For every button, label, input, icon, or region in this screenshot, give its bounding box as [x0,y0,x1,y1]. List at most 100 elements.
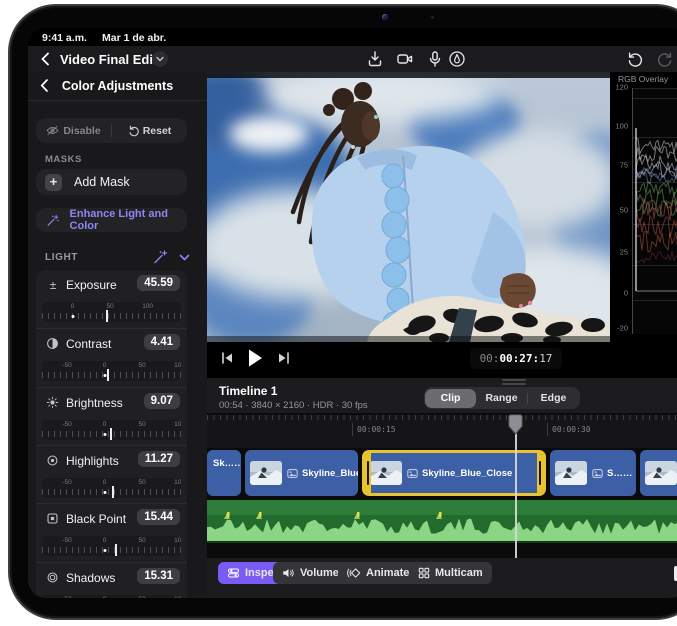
ruler-label: 0 [103,362,107,369]
trim-handle-right[interactable] [537,453,543,493]
audio-waveform [207,500,677,541]
mode-range[interactable]: Range [476,389,527,408]
ruler-label: -50 [62,537,71,544]
add-mask-button[interactable]: + Add Mask [36,169,187,195]
brightness-slider-ruler[interactable]: -50050100 [42,420,181,440]
brightness-icon [46,396,60,410]
ruler-label: 50 [138,537,145,544]
ruler-label: -50 [62,421,71,428]
status-time: 9:41 a.m. [42,32,87,44]
slider-cursor[interactable] [106,310,108,322]
black-point-slider-ruler[interactable]: -50 0 50 100 [42,536,181,556]
record-camera-icon[interactable] [396,50,414,68]
zero-marker [71,315,74,318]
slider-cursor[interactable] [107,369,109,381]
brightness-value[interactable]: 9.07 [144,393,180,409]
export-icon[interactable] [366,50,384,68]
ruler-label: -50 [62,479,71,486]
exposure-value[interactable]: 45.59 [137,275,180,291]
microphone-icon[interactable] [426,50,444,68]
exposure-label: Exposure [66,278,117,292]
chevron-down-icon [156,56,164,62]
scope-axis-label: 75 [610,161,628,170]
ruler-label: 100 [174,537,181,544]
pencil-icon[interactable] [448,50,466,68]
redo-icon[interactable] [656,50,674,68]
video-preview[interactable] [207,72,610,342]
multicam-icon [418,567,430,579]
exposure-slider-ruler[interactable]: -50050100 [42,302,181,322]
ruler-timestamp: 00:00:15 [352,423,396,436]
masks-section-label: MASKS [45,154,82,165]
reset-button[interactable]: Reset [112,125,187,137]
ruler-label: 0 [71,303,75,310]
mode-clip[interactable]: Clip [425,389,476,408]
scope-axis-label: -20 [610,324,628,333]
shadows-slider-ruler[interactable]: -50050100 [42,595,181,599]
volume-button[interactable]: Volume [273,562,348,584]
ruler-label: 100 [174,362,181,369]
timeline-ruler[interactable]: 00:00:1500:00:30 [207,415,677,448]
project-title[interactable]: Video Final Edit [60,52,157,67]
shadows-value[interactable]: 15.31 [137,568,180,584]
zero-marker [103,491,106,494]
animate-button[interactable]: Animate [338,562,418,584]
timeline-drag-handle[interactable] [502,379,526,381]
slider-cursor[interactable] [112,486,114,498]
disable-button[interactable]: Disable [36,125,111,137]
black-point-value[interactable]: 15.44 [137,509,180,525]
slider-cursor[interactable] [110,428,112,440]
exposure-icon: ± [46,278,60,292]
scope-axis-label: 120 [610,83,628,92]
timeline-clip-selected[interactable]: Skyline_Blue_Close [362,450,546,496]
timeline-clip[interactable]: S…… [550,450,636,496]
title-bar: Video Final Edit [28,46,677,73]
contrast-label: Contrast [66,337,111,351]
auto-enhance-icon[interactable] [152,249,168,265]
ruler-label: 100 [142,303,153,310]
ruler-label: 100 [174,596,181,599]
ruler-label: 100 [174,421,181,428]
skip-to-start-button[interactable] [221,351,234,365]
mode-edge[interactable]: Edge [528,389,579,408]
disable-label: Disable [63,125,100,137]
inspect-icon [227,567,240,579]
slider-cursor[interactable] [115,544,117,556]
play-button[interactable] [247,348,263,368]
trim-handle-left[interactable] [365,453,371,493]
reset-label: Reset [143,125,172,137]
timeline-clip[interactable]: Skyline_Blue_Wide [245,450,358,496]
audio-track[interactable] [207,500,677,543]
undo-icon[interactable] [626,50,644,68]
highlights-slider-ruler[interactable]: -50050100 [42,478,181,498]
highlights-label: Highlights [66,454,119,468]
contrast-value[interactable]: 4.41 [144,334,180,350]
panel-back-icon[interactable] [38,78,52,93]
ipad-device-frame: 9:41 a.m. Mar 1 de abr. Video Final Edit [8,4,677,620]
timeline-clip[interactable]: Sk…… [207,450,241,496]
timeline-drag-handle[interactable] [502,383,526,385]
video-track: Sk…… Skyline_Blue_Wide Skyline_Blue_CloseS… [207,450,677,496]
playhead-line[interactable] [515,415,517,575]
ruler-label: 0 [103,537,107,544]
contrast-slider-ruler[interactable]: -50050100 [42,361,181,381]
timecode-minsec: 00:27: [499,352,539,365]
timeline-clip[interactable] [640,450,677,496]
color-adjustments-panel: Color Adjustments Disable Reset MASKS [28,72,208,598]
ruler-label: 0 [103,479,107,486]
scope-axis-label: 100 [610,122,628,131]
timecode-display[interactable]: 00:00:27:17 [470,348,562,369]
highlights-value[interactable]: 11.27 [138,451,180,467]
skip-to-end-button[interactable] [277,351,290,365]
button-label: Volume [300,567,339,579]
multicam-button[interactable]: Multicam [409,562,492,584]
enhance-light-color-button[interactable]: Enhance Light and Color [36,208,187,232]
light-section-header: LIGHT [28,248,207,268]
scope-axis-label: 50 [610,206,628,215]
image-icon [407,469,418,478]
title-dropdown-button[interactable] [152,51,168,67]
back-icon[interactable] [38,51,54,67]
collapse-section-icon[interactable] [178,251,191,264]
clip-name: Skyline_Blue_Wide [302,468,358,479]
playhead-handle[interactable] [508,414,523,435]
